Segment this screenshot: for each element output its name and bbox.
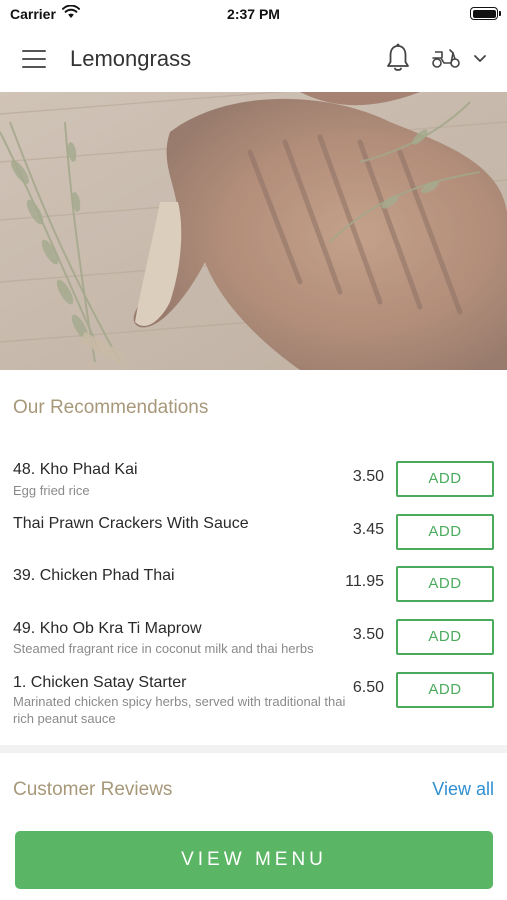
item-description: Marinated chicken spicy herbs, served wi… bbox=[13, 694, 346, 726]
view-menu-button[interactable]: VIEW MENU bbox=[15, 831, 493, 889]
item-description: Steamed fragrant rice in coconut milk an… bbox=[13, 641, 314, 656]
view-all-link[interactable]: View all bbox=[432, 779, 494, 800]
item-name: 1. Chicken Satay Starter bbox=[13, 674, 187, 691]
item-price: 11.95 bbox=[345, 573, 384, 590]
item-price: 3.50 bbox=[352, 626, 384, 643]
roast-chicken-image bbox=[0, 92, 507, 370]
list-item: Thai Prawn Crackers With Sauce 3.45 ADD bbox=[0, 514, 507, 564]
scooter-icon[interactable] bbox=[431, 47, 461, 69]
item-price: 3.45 bbox=[352, 521, 384, 538]
reviews-heading: Customer Reviews bbox=[13, 779, 173, 800]
add-button[interactable]: ADD bbox=[396, 514, 494, 550]
battery-icon bbox=[470, 7, 501, 20]
add-button[interactable]: ADD bbox=[396, 619, 494, 655]
list-item: 48. Kho Phad Kai Egg fried rice 3.50 ADD bbox=[0, 461, 507, 511]
item-name: 39. Chicken Phad Thai bbox=[13, 567, 175, 584]
list-item: 1. Chicken Satay Starter Marinated chick… bbox=[0, 672, 507, 726]
section-divider bbox=[0, 745, 507, 753]
item-name: Thai Prawn Crackers With Sauce bbox=[13, 515, 249, 532]
item-name: 48. Kho Phad Kai bbox=[13, 461, 138, 478]
list-item: 39. Chicken Phad Thai 11.95 ADD bbox=[0, 566, 507, 616]
bell-icon[interactable] bbox=[385, 43, 411, 73]
add-button[interactable]: ADD bbox=[396, 461, 494, 497]
add-button[interactable]: ADD bbox=[396, 566, 494, 602]
menu-icon[interactable] bbox=[22, 50, 46, 68]
item-name: 49. Kho Ob Kra Ti Maprow bbox=[13, 620, 202, 637]
recommendations-heading: Our Recommendations bbox=[13, 397, 209, 418]
page-title: Lemongrass bbox=[70, 46, 192, 71]
hero-image bbox=[0, 92, 507, 370]
item-price: 3.50 bbox=[352, 468, 384, 485]
chevron-down-icon[interactable] bbox=[473, 54, 487, 63]
item-description: Egg fried rice bbox=[13, 483, 90, 498]
clock: 2:37 PM bbox=[227, 6, 280, 22]
list-item: 49. Kho Ob Kra Ti Maprow Steamed fragran… bbox=[0, 619, 507, 669]
app-header: Lemongrass bbox=[0, 28, 507, 92]
add-button[interactable]: ADD bbox=[396, 672, 494, 708]
status-bar: Carrier 2:37 PM bbox=[0, 0, 507, 28]
item-price: 6.50 bbox=[352, 679, 384, 696]
